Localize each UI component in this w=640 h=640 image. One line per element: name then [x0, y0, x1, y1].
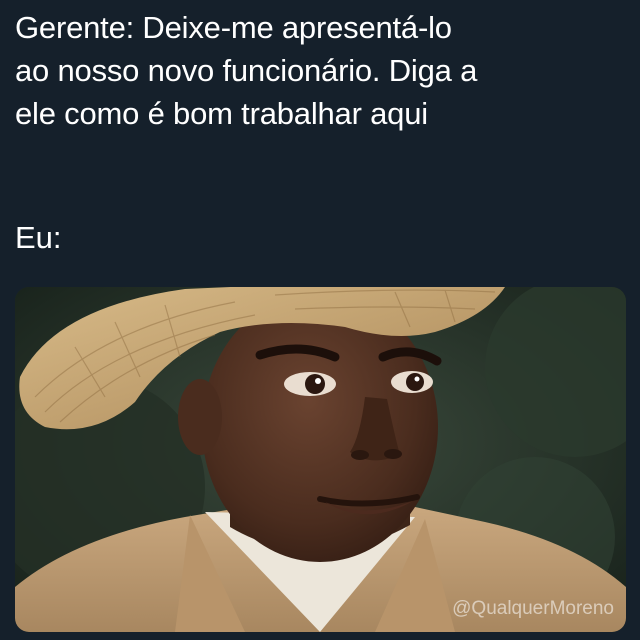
me-label: Eu:: [15, 220, 62, 255]
reaction-photo-illustration: [15, 287, 626, 632]
watermark: @QualquerMoreno: [452, 598, 614, 619]
meme-post: Gerente: Deixe-me apresentá-lo ao nosso …: [0, 0, 640, 640]
caption-line-1: Gerente: Deixe-me apresentá-lo: [15, 10, 452, 45]
caption-line-3: ele como é bom trabalhar aqui: [15, 96, 428, 131]
reaction-photo[interactable]: @QualquerMoreno: [15, 287, 626, 632]
caption-line-2: ao nosso novo funcionário. Diga a: [15, 53, 478, 88]
meme-caption: Gerente: Deixe-me apresentá-lo ao nosso …: [15, 6, 630, 135]
